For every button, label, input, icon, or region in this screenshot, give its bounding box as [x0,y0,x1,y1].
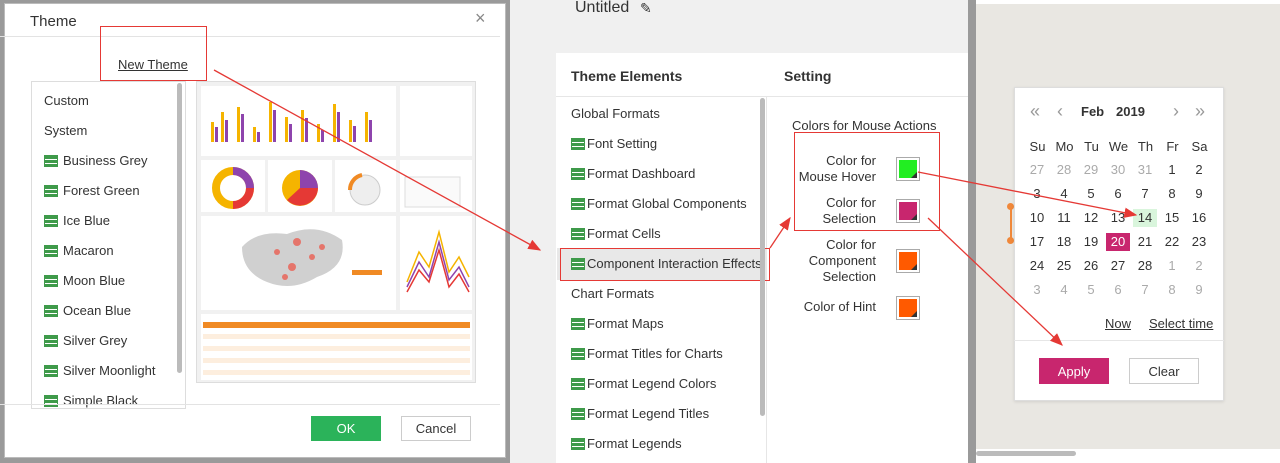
annotation-arrow [927,217,1063,346]
annotation-arrows [213,69,1138,346]
annotation-arrow [769,216,791,249]
annotation-arrow [213,69,542,251]
annotation-arrow [917,171,1138,218]
